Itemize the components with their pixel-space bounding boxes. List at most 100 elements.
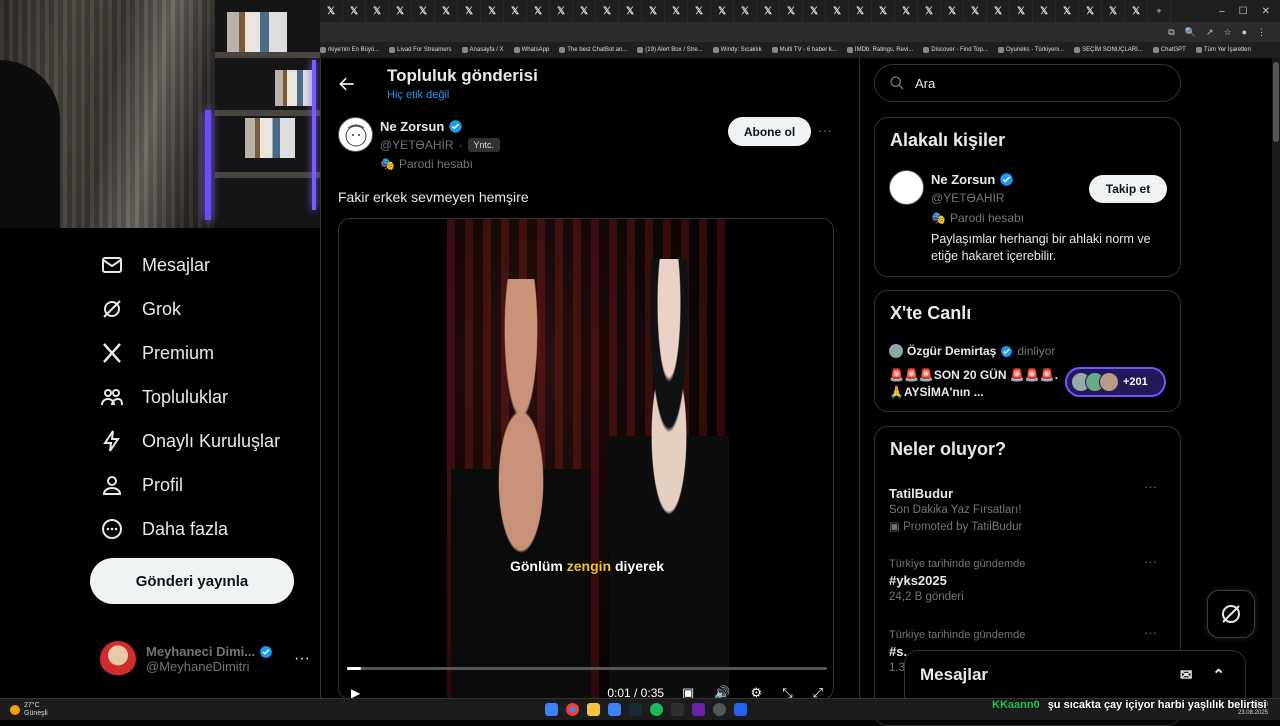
profile-icon[interactable]: ● [1242,27,1247,37]
bookmark-item[interactable]: IMDb: Ratings, Revi... [846,47,913,53]
browser-tab[interactable]: 𝕏 [596,0,619,22]
browser-tab[interactable]: 𝕏 [642,0,665,22]
nav-item-5[interactable]: Profil [100,467,183,503]
browser-tab[interactable]: 𝕏 [1010,0,1033,22]
grok-button[interactable] [1207,590,1255,638]
browser-tab[interactable]: 𝕏 [895,0,918,22]
nav-item-4[interactable]: Onaylı Kuruluşlar [100,423,280,459]
video-player[interactable]: Gönlüm zengin diyerek ▶ 0:01 / 0:35 ▣ 🔊 … [338,218,834,700]
obs-icon[interactable] [671,703,684,716]
browser-tab[interactable]: 𝕏 [527,0,550,22]
browser-tab[interactable]: 𝕏 [688,0,711,22]
browser-tab[interactable]: 𝕏 [619,0,642,22]
browser-tab[interactable]: 𝕏 [1125,0,1148,22]
author-avatar[interactable] [338,117,373,152]
bookmark-item[interactable]: Livad For Streamers [389,47,452,53]
steam-icon[interactable] [629,703,642,716]
trend-item[interactable]: TatilBudur Son Dakika Yaz Fırsatları! ▣ Pr… [889,479,1169,533]
app-icon[interactable] [608,703,621,716]
browser-tab[interactable]: 𝕏 [435,0,458,22]
browser-tab[interactable]: 𝕏 [458,0,481,22]
new-message-icon[interactable]: ✉ [1180,666,1193,684]
scrollbar[interactable] [1272,58,1280,698]
follow-button[interactable]: Takip et [1089,175,1167,203]
community-link[interactable]: Hiç etik değil [387,89,449,101]
trend-item[interactable]: Türkiye tarihinde gündemde #yks2025 24,2 B… [889,554,1169,603]
live-listeners-pill[interactable]: +201 [1065,367,1166,397]
browser-tab[interactable]: 𝕏 [665,0,688,22]
live-space-title[interactable]: 🚨🚨🚨SON 20 GÜN 🚨🚨🚨. 🙏AYSİMA'nın ... [889,367,1059,401]
bookmark-item[interactable]: Oyuneks - Türkiyeni... [997,47,1064,53]
browser-tab[interactable]: 𝕏 [826,0,849,22]
nav-item-6[interactable]: Daha fazla [100,511,228,547]
extensions-icon[interactable]: ⧉ [1168,27,1174,38]
more-icon[interactable]: ··· [294,650,310,668]
bookmark-item[interactable]: Anasayfa / X [461,47,504,53]
nav-item-1[interactable]: Grok [100,291,181,327]
browser-tab[interactable]: 𝕏 [366,0,389,22]
browser-tab[interactable]: 𝕏 [780,0,803,22]
related-avatar[interactable] [889,170,924,205]
bookmark-item[interactable]: Multi TV - 6 haber k... [771,47,837,53]
search-input[interactable]: Ara [874,64,1181,102]
browser-tab[interactable]: 𝕏 [964,0,987,22]
related-name[interactable]: Ne Zorsun [931,172,995,187]
app-icon[interactable] [734,703,747,716]
bookmark-item[interactable]: The best ChatBot an... [559,47,627,53]
browser-tab[interactable]: 𝕏 [757,0,780,22]
browser-tab[interactable]: 𝕏 [941,0,964,22]
bookmark-star-icon[interactable]: ☆ [1223,27,1231,38]
browser-tab[interactable]: 𝕏 [987,0,1010,22]
trend-more-icon[interactable]: ··· [1144,625,1157,640]
video-progress-bar[interactable] [347,667,827,670]
minimize-icon[interactable]: – [1219,6,1225,17]
browser-tab[interactable]: 𝕏 [320,0,343,22]
chrome-icon[interactable] [566,703,579,716]
post-button[interactable]: Gönderi yayınla [90,558,294,604]
trend-more-icon[interactable]: ··· [1144,479,1157,494]
browser-tab[interactable]: 𝕏 [849,0,872,22]
browser-tab[interactable]: 𝕏 [550,0,573,22]
browser-tab[interactable]: 𝕏 [343,0,366,22]
author-handle[interactable]: @YETƟAHİR [380,138,454,152]
subscribe-button[interactable]: Abone ol [728,117,811,146]
browser-tab[interactable]: 𝕏 [573,0,596,22]
browser-tab[interactable]: 𝕏 [918,0,941,22]
account-switcher[interactable]: Meyhaneci Dimi... @MeyhaneDimitri ··· [100,636,310,682]
expand-drawer-icon[interactable]: ⌃ [1212,666,1225,684]
browser-tab[interactable]: 𝕏 [1056,0,1079,22]
bookmark-item[interactable]: Tüm Yer İşaretleri [1195,47,1251,53]
bookmark-item[interactable]: ChatGPT [1152,47,1186,53]
browser-menu-icon[interactable]: ⋮ [1257,27,1266,38]
browser-tab[interactable]: 𝕏 [412,0,435,22]
post-more-icon[interactable]: ··· [818,122,832,138]
weather-widget[interactable]: 27°C Güneşli [10,702,48,718]
browser-tab[interactable]: 𝕏 [803,0,826,22]
nav-item-0[interactable]: Mesajlar [100,247,210,283]
nav-item-3[interactable]: Topluluklar [100,379,228,415]
app-icon[interactable] [713,703,726,716]
bookmark-item[interactable]: Windy: Sıcaklık [712,47,762,53]
bookmark-item[interactable]: rkiye'nin En Büyü... [320,47,379,53]
author-name[interactable]: Ne Zorsun [380,119,444,134]
share-icon[interactable]: ↗ [1206,27,1214,38]
spotify-icon[interactable] [650,703,663,716]
nav-item-2[interactable]: Premium [100,335,214,371]
trend-more-icon[interactable]: ··· [1144,554,1157,569]
browser-tab[interactable]: 𝕏 [1033,0,1056,22]
browser-tab[interactable]: 𝕏 [734,0,757,22]
browser-tab[interactable]: 𝕏 [504,0,527,22]
browser-tab[interactable]: 𝕏 [1102,0,1125,22]
zoom-icon[interactable]: 🔍 [1185,27,1196,38]
file-explorer-icon[interactable] [587,703,600,716]
browser-tab[interactable]: 𝕏 [872,0,895,22]
browser-tab[interactable]: 𝕏 [481,0,504,22]
browser-tab[interactable]: 𝕏 [389,0,412,22]
new-tab-button[interactable]: + [1148,0,1171,22]
browser-tab[interactable]: 𝕏 [1079,0,1102,22]
bookmark-item[interactable]: Discover - Find Top... [923,47,988,53]
back-arrow-icon[interactable] [337,74,357,94]
bookmark-item[interactable]: (19) Alert Box / Stre... [637,47,703,53]
bookmark-item[interactable]: SEÇİM SONUÇLARI... [1074,47,1143,53]
close-icon[interactable]: ✕ [1262,6,1270,17]
